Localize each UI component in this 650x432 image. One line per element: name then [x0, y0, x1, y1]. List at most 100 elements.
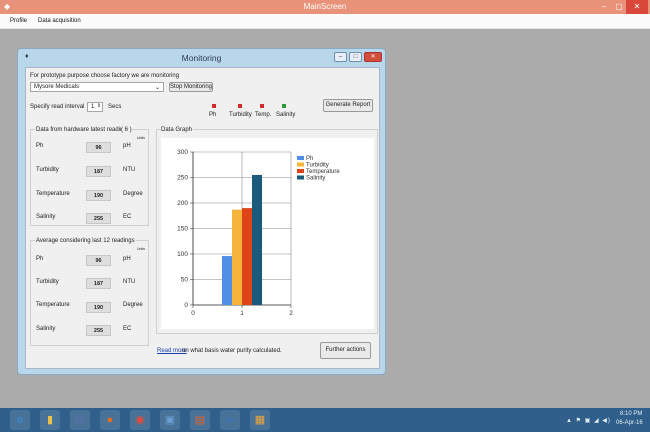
average-salinity-label: Salinity — [36, 326, 56, 332]
further-actions-button[interactable]: Further actions — [320, 342, 371, 359]
latest-units-header: Units — [137, 136, 145, 140]
dialog-close-button[interactable]: ✕ — [364, 52, 382, 62]
average-temperature-label: Temperature — [36, 302, 70, 308]
average-salinity-unit: EC — [123, 326, 132, 332]
turbidity-indicator-label: Turbidity — [229, 112, 252, 118]
x-tick-label: 2 — [289, 310, 293, 317]
legend-label-temperature: Temperature — [306, 169, 340, 175]
taskbar-ie-icon[interactable]: e — [10, 410, 30, 430]
taskbar-media-icon[interactable]: ∞ — [220, 410, 240, 430]
x-tick-label: 0 — [191, 310, 195, 317]
legend-swatch-turbidity — [297, 162, 304, 167]
latest-turbidity-unit: NTU — [123, 167, 136, 173]
legend-label-turbidity: Turbidity — [306, 163, 329, 169]
taskbar-firefox-icon[interactable]: ● — [100, 410, 120, 430]
average-turbidity-value: 187 — [86, 278, 111, 289]
stepper-arrows-icon[interactable]: ⇕ — [97, 103, 101, 109]
taskbar-tiles-icon[interactable]: ▦ — [250, 410, 270, 430]
dialog-maximize-button[interactable]: □ — [349, 52, 362, 62]
data-graph-group: Data Graph 0 50 100 150 200 250 300 0 1 2 Ph Turbid… — [156, 127, 378, 334]
menu-data-acquisition[interactable]: Data acquisition — [38, 18, 81, 24]
generate-report-button[interactable]: Generate Report — [323, 99, 373, 112]
salinity-indicator-label: Salinity — [276, 112, 296, 118]
latest-reading-title: Data from hardware latest reading — [35, 127, 128, 133]
interval-label: Specify read interval — [30, 104, 85, 110]
dialog-title-bar: ♦ Monitoring – □ ✕ — [18, 49, 385, 67]
factory-select[interactable]: Mysore Medicals ⌄ — [30, 82, 164, 92]
average-temperature-unit: Degree — [123, 302, 143, 308]
average-ph-label: Ph — [36, 256, 44, 262]
interval-unit: Secs — [108, 104, 122, 110]
minimize-button[interactable]: – — [596, 0, 612, 14]
bar-ph — [222, 256, 232, 305]
menu-profile[interactable]: Profile — [10, 18, 27, 24]
salinity-indicator — [282, 104, 286, 108]
data-graph-title: Data Graph — [160, 127, 194, 133]
dialog-title: Monitoring — [181, 53, 222, 63]
average-ph-unit: pH — [123, 256, 131, 262]
dialog-minimize-button[interactable]: – — [334, 52, 347, 62]
turbidity-indicator — [238, 104, 242, 108]
average-ph-value: 96 — [86, 255, 111, 266]
taskbar-chrome-icon[interactable]: ◉ — [130, 410, 150, 430]
latest-turbidity-label: Turbidity — [36, 167, 59, 173]
temperature-indicator-label: Temp. — [255, 112, 272, 118]
latest-temperature-value: 190 — [86, 190, 111, 201]
taskbar-office-icon[interactable]: ▤ — [190, 410, 210, 430]
bar-salinity — [252, 174, 262, 305]
chevron-down-icon: ⌄ — [154, 85, 160, 91]
latest-salinity-value: 255 — [86, 213, 111, 224]
chart-panel: 0 50 100 150 200 250 300 0 1 2 Ph Turbidity Temperat… — [161, 138, 374, 329]
clock-time[interactable]: 8:10 PM — [620, 411, 642, 417]
latest-reading-group: Data from hardware latest reading ( 6 ) … — [30, 127, 149, 226]
stop-monitoring-button[interactable]: Stop Monitoring — [169, 82, 213, 92]
latest-turbidity-value: 187 — [86, 166, 111, 177]
y-tick-label: 150 — [177, 226, 188, 233]
y-tick-label: 300 — [177, 149, 188, 156]
bar-chart: 0 50 100 150 200 250 300 0 1 2 PhTurbidityTemperat… — [177, 149, 340, 317]
tray-icons[interactable]: ▲ ⚑ ▣ ◢ ◀) — [566, 417, 611, 424]
clock-date[interactable]: 06-Apr-16 — [616, 420, 643, 426]
average-turbidity-unit: NTU — [123, 279, 136, 285]
main-title-bar: ◆ MainScreen – ▢ ✕ — [0, 0, 650, 14]
legend-swatch-ph — [297, 156, 304, 160]
average-salinity-value: 255 — [86, 325, 111, 336]
ph-indicator-label: Ph — [209, 112, 217, 118]
average-turbidity-label: Turbidity — [36, 279, 59, 285]
taskbar-folder-icon[interactable]: ▮ — [40, 410, 60, 430]
close-button[interactable]: ✕ — [626, 0, 648, 14]
y-tick-label: 50 — [181, 277, 189, 284]
latest-ph-label: Ph — [36, 143, 44, 149]
y-tick-label: 250 — [177, 175, 188, 182]
bar-temperature — [242, 208, 252, 305]
y-tick-label: 0 — [184, 302, 188, 309]
legend-swatch-salinity — [297, 175, 304, 180]
interval-stepper[interactable]: 1 ⇕ — [87, 102, 103, 112]
bar-turbidity — [232, 209, 242, 305]
average-reading-title: Average considering last 12 readings — [35, 238, 136, 244]
maximize-button[interactable]: ▢ — [612, 0, 626, 14]
monitoring-dialog: ♦ Monitoring – □ ✕ For prototype purpose… — [17, 48, 386, 375]
latest-salinity-unit: EC — [123, 214, 132, 220]
window-title: MainScreen — [303, 2, 347, 11]
latest-salinity-label: Salinity — [36, 214, 56, 220]
legend-label-salinity: Salinity — [306, 176, 325, 182]
legend-swatch-temperature — [297, 169, 304, 173]
factory-prompt-label: For prototype purpose choose factory we … — [30, 73, 180, 79]
latest-ph-value: 96 — [86, 142, 111, 153]
average-temperature-value: 190 — [86, 302, 111, 313]
latest-temperature-label: Temperature — [36, 191, 70, 197]
ph-indicator — [212, 104, 216, 108]
legend-label-ph: Ph — [306, 156, 313, 162]
latest-reading-count: ( 6 ) — [121, 127, 132, 133]
y-tick-label: 100 — [177, 251, 188, 258]
latest-ph-unit: pH — [123, 143, 131, 149]
taskbar-mail-icon[interactable]: M — [70, 410, 90, 430]
average-reading-group: Average considering last 12 readings Uni… — [30, 238, 149, 346]
x-tick-label: 1 — [240, 310, 244, 317]
interval-value: 1 — [91, 104, 95, 110]
taskbar: e ▮ M ● ◉ ▣ ▤ ∞ ▦ ▲ ⚑ ▣ ◢ ◀) 8:10 PM 06-Apr-16 — [0, 408, 650, 432]
taskbar-app-icon[interactable]: ▣ — [160, 410, 180, 430]
read-more-text: on what basis water purity calculated. — [182, 348, 282, 354]
temperature-indicator — [260, 104, 264, 108]
